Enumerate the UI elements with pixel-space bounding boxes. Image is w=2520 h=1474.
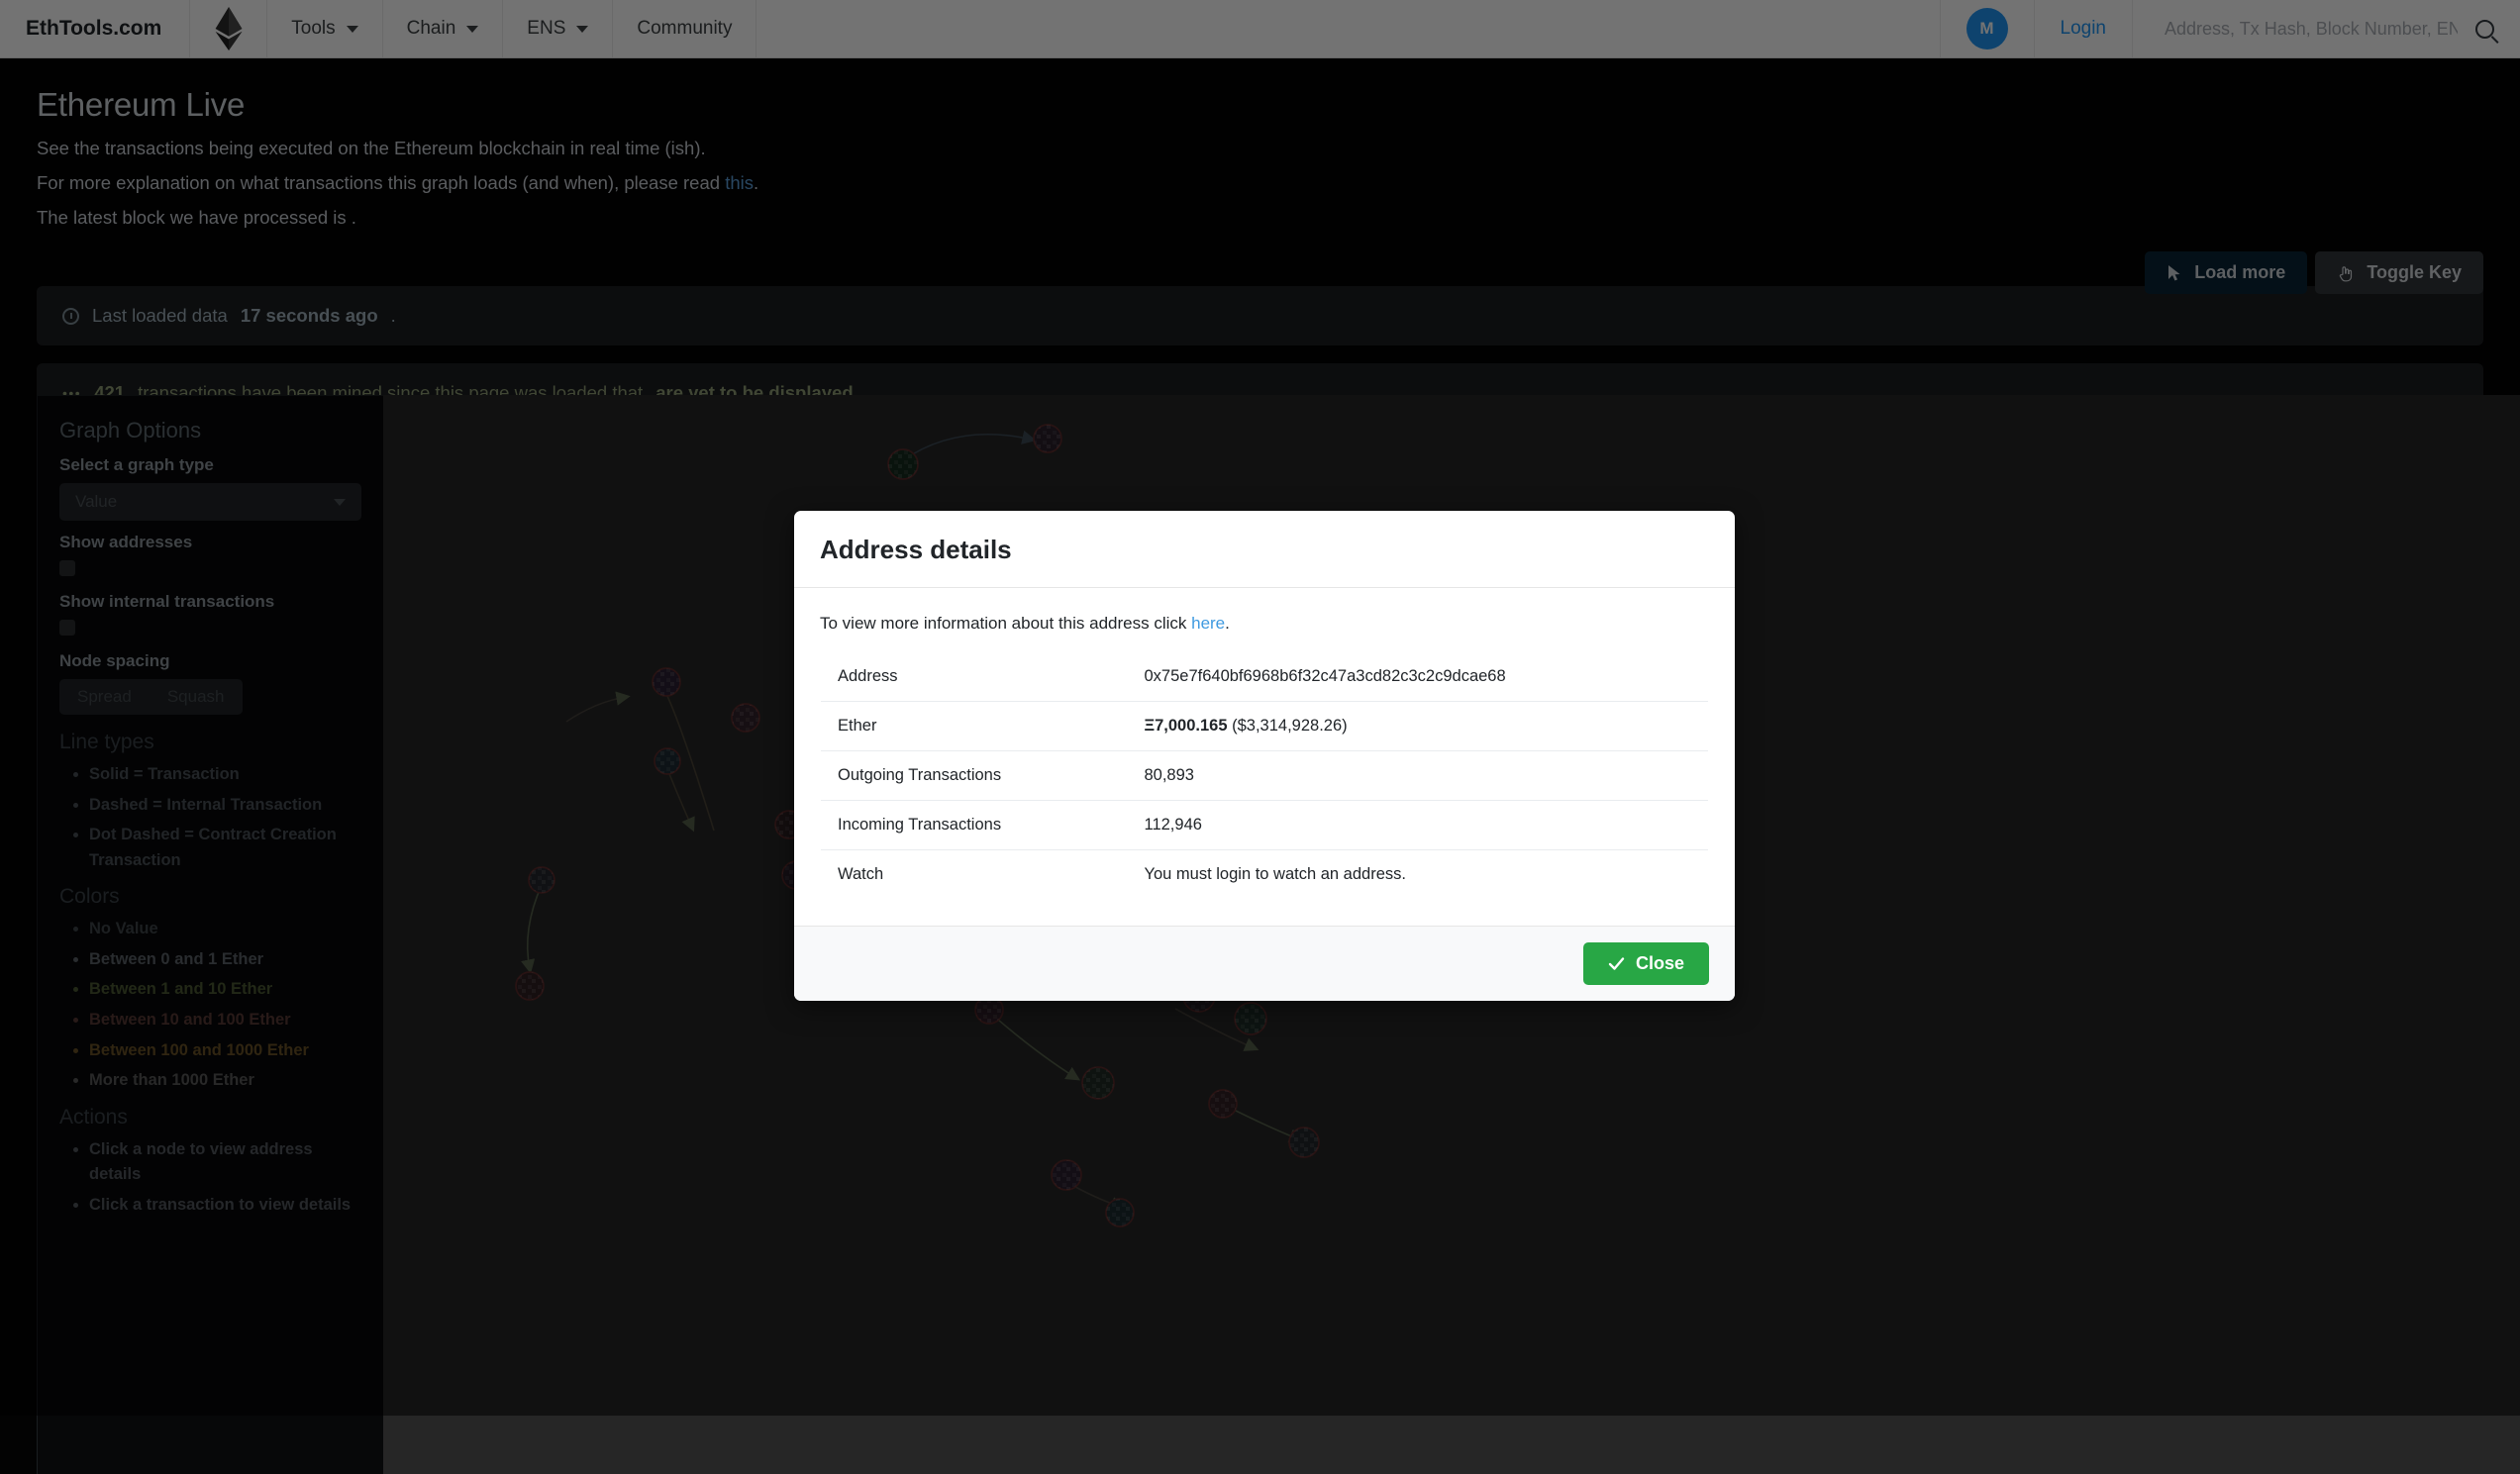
row-value: 80,893	[1127, 750, 1708, 801]
modal-title: Address details	[820, 535, 1012, 564]
ether-usd: ($3,314,928.26)	[1227, 717, 1348, 735]
row-value: 112,946	[1127, 800, 1708, 850]
ether-amount: Ξ7,000.165	[1144, 717, 1228, 735]
modal-header: Address details	[794, 511, 1735, 588]
close-label: Close	[1635, 953, 1684, 973]
table-row: Watch You must login to watch an address…	[821, 850, 1708, 900]
table-row: Address 0x75e7f640bf6968b6f32c47a3cd82c3…	[821, 652, 1708, 702]
table-row: Outgoing Transactions 80,893	[821, 750, 1708, 801]
modal-footer: Close	[794, 926, 1735, 1001]
modal-intro: To view more information about this addr…	[820, 614, 1709, 634]
address-details-table: Address 0x75e7f640bf6968b6f32c47a3cd82c3…	[820, 651, 1709, 900]
intro-post: .	[1225, 614, 1230, 633]
row-key: Outgoing Transactions	[821, 750, 1128, 801]
row-value: Ξ7,000.165 ($3,314,928.26)	[1127, 701, 1708, 751]
intro-pre: To view more information about this addr…	[820, 614, 1192, 633]
table-row: Incoming Transactions 112,946	[821, 800, 1708, 850]
address-details-modal: Address details To view more information…	[794, 511, 1735, 1001]
here-link[interactable]: here	[1191, 614, 1225, 633]
modal-body: To view more information about this addr…	[794, 588, 1735, 926]
row-value: 0x75e7f640bf6968b6f32c47a3cd82c3c2c9dcae…	[1127, 652, 1708, 702]
table-row: Ether Ξ7,000.165 ($3,314,928.26)	[821, 701, 1708, 751]
close-button[interactable]: Close	[1582, 942, 1709, 985]
row-key: Incoming Transactions	[821, 800, 1128, 850]
check-icon	[1608, 957, 1625, 970]
row-key: Watch	[838, 865, 884, 883]
row-value: You must login to watch an address.	[1144, 865, 1406, 883]
row-key: Ether	[821, 701, 1128, 751]
row-key: Address	[821, 652, 1128, 702]
